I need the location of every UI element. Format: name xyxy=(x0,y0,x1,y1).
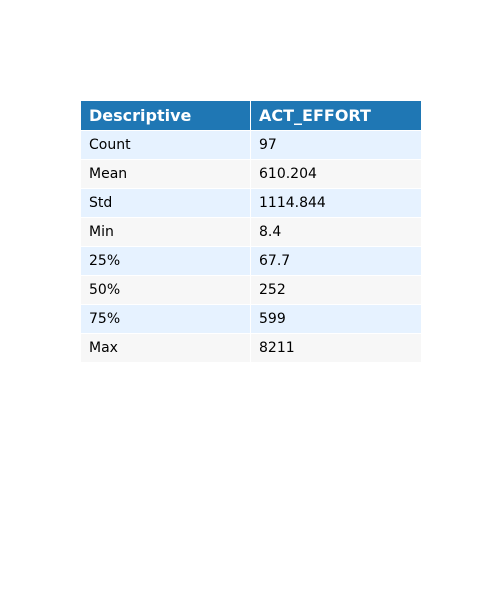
stat-label-cell: Count xyxy=(80,130,251,160)
stat-label-cell: 50% xyxy=(80,275,251,305)
stat-label-cell: Min xyxy=(80,217,251,247)
header-cell-act-effort: ACT_EFFORT xyxy=(250,100,422,131)
stat-value-cell: 67.7 xyxy=(250,246,422,276)
table-header: Descriptive ACT_EFFORT xyxy=(80,100,422,131)
stat-value-cell: 8.4 xyxy=(250,217,422,247)
table-row: Count 97 xyxy=(80,130,422,160)
stat-value-cell: 599 xyxy=(250,304,422,334)
stat-label-cell: 25% xyxy=(80,246,251,276)
table-row: 75% 599 xyxy=(80,304,422,334)
stat-value-cell: 252 xyxy=(250,275,422,305)
stat-label-cell: Max xyxy=(80,333,251,363)
table-row: Mean 610.204 xyxy=(80,159,422,189)
table-row: Std 1114.844 xyxy=(80,188,422,218)
stat-label-cell: 75% xyxy=(80,304,251,334)
stat-label-cell: Std xyxy=(80,188,251,218)
stat-value-cell: 97 xyxy=(250,130,422,160)
table-row: Min 8.4 xyxy=(80,217,422,247)
table-row: Max 8211 xyxy=(80,333,422,363)
header-cell-descriptive: Descriptive xyxy=(80,100,251,131)
stat-value-cell: 610.204 xyxy=(250,159,422,189)
stat-label-cell: Mean xyxy=(80,159,251,189)
table-body: Count 97 Mean 610.204 Std 1114.844 Min 8… xyxy=(80,130,422,363)
descriptive-stats-table: Descriptive ACT_EFFORT Count 97 Mean 610… xyxy=(80,100,422,363)
table-row: 50% 252 xyxy=(80,275,422,305)
stat-value-cell: 1114.844 xyxy=(250,188,422,218)
table-row: 25% 67.7 xyxy=(80,246,422,276)
stat-value-cell: 8211 xyxy=(250,333,422,363)
header-row: Descriptive ACT_EFFORT xyxy=(80,100,422,131)
